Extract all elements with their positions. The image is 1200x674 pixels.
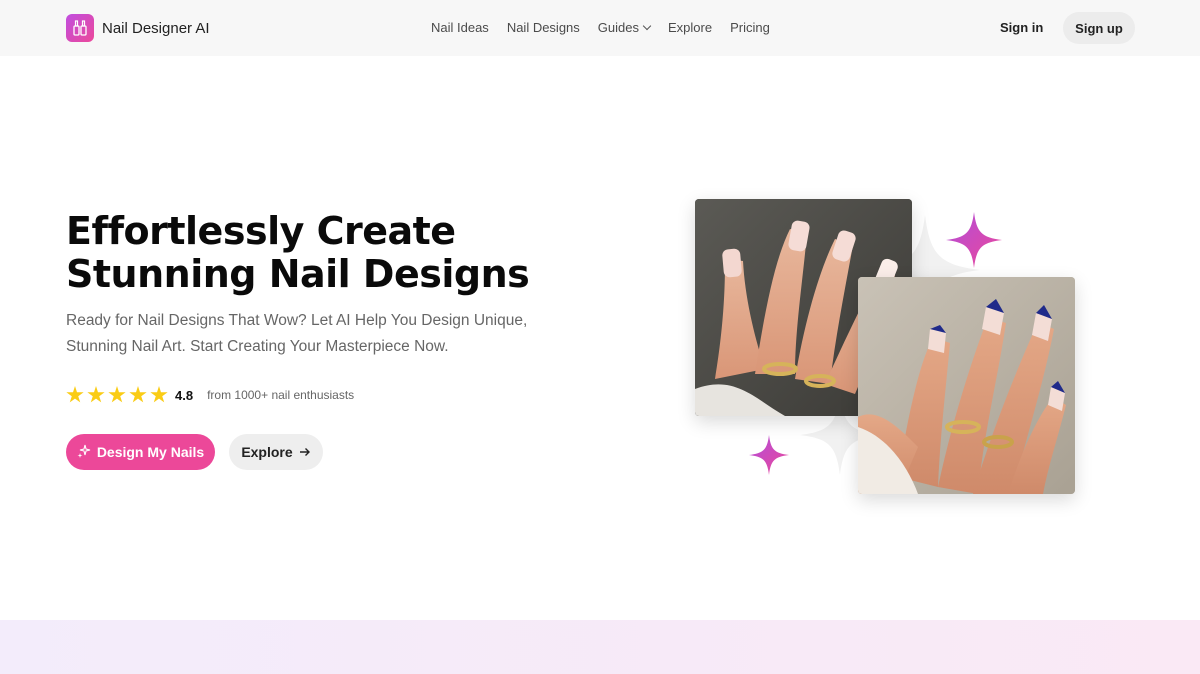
sparkle-icon (946, 212, 1002, 268)
arrow-right-icon (299, 444, 311, 460)
star-icon (108, 386, 126, 403)
sign-up-button[interactable]: Sign up (1063, 12, 1135, 44)
star-rating (66, 386, 168, 404)
nav-explore[interactable]: Explore (668, 20, 712, 35)
nav-nail-designs[interactable]: Nail Designs (507, 20, 580, 35)
star-icon (129, 386, 147, 403)
rating-caption: from 1000+ nail enthusiasts (207, 388, 355, 402)
main-nav: Nail Ideas Nail Designs Guides Explore P… (431, 20, 770, 35)
design-my-nails-label: Design My Nails (96, 444, 205, 460)
explore-button[interactable]: Explore (229, 434, 323, 470)
chevron-down-icon (642, 21, 652, 31)
nav-nail-ideas[interactable]: Nail Ideas (431, 20, 489, 35)
nav-guides-label: Guides (597, 20, 639, 35)
sign-in-link[interactable]: Sign in (1000, 20, 1043, 35)
top-navbar: Nail Designer AI Nail Ideas Nail Designs… (0, 0, 1200, 56)
sparkle-icon (749, 435, 789, 475)
nail-design-photo-2 (858, 277, 1075, 494)
nav-pricing[interactable]: Pricing (730, 20, 770, 35)
sparkles-icon (77, 444, 91, 461)
star-icon (66, 386, 84, 403)
hero-title-line-1: Effortlessly Create (66, 209, 456, 253)
nav-guides[interactable]: Guides (597, 20, 652, 35)
hero-title-line-2: Stunning Nail Designs (66, 252, 530, 296)
nail-polish-icon (66, 14, 94, 42)
hero-subtitle: Ready for Nail Designs That Wow? Let AI … (66, 312, 528, 355)
next-section-band (0, 620, 1200, 674)
explore-label: Explore (241, 444, 293, 460)
star-icon (87, 386, 105, 403)
design-my-nails-button[interactable]: Design My Nails (66, 434, 215, 470)
star-icon (150, 386, 168, 403)
brand-logo[interactable]: Nail Designer AI (66, 14, 210, 42)
hero-title: Effortlessly Create Stunning Nail Design… (66, 209, 530, 296)
brand-name: Nail Designer AI (102, 19, 210, 37)
rating-score: 4.8 (175, 387, 194, 403)
rating-row: 4.8 from 1000+ nail enthusiasts (66, 386, 354, 404)
